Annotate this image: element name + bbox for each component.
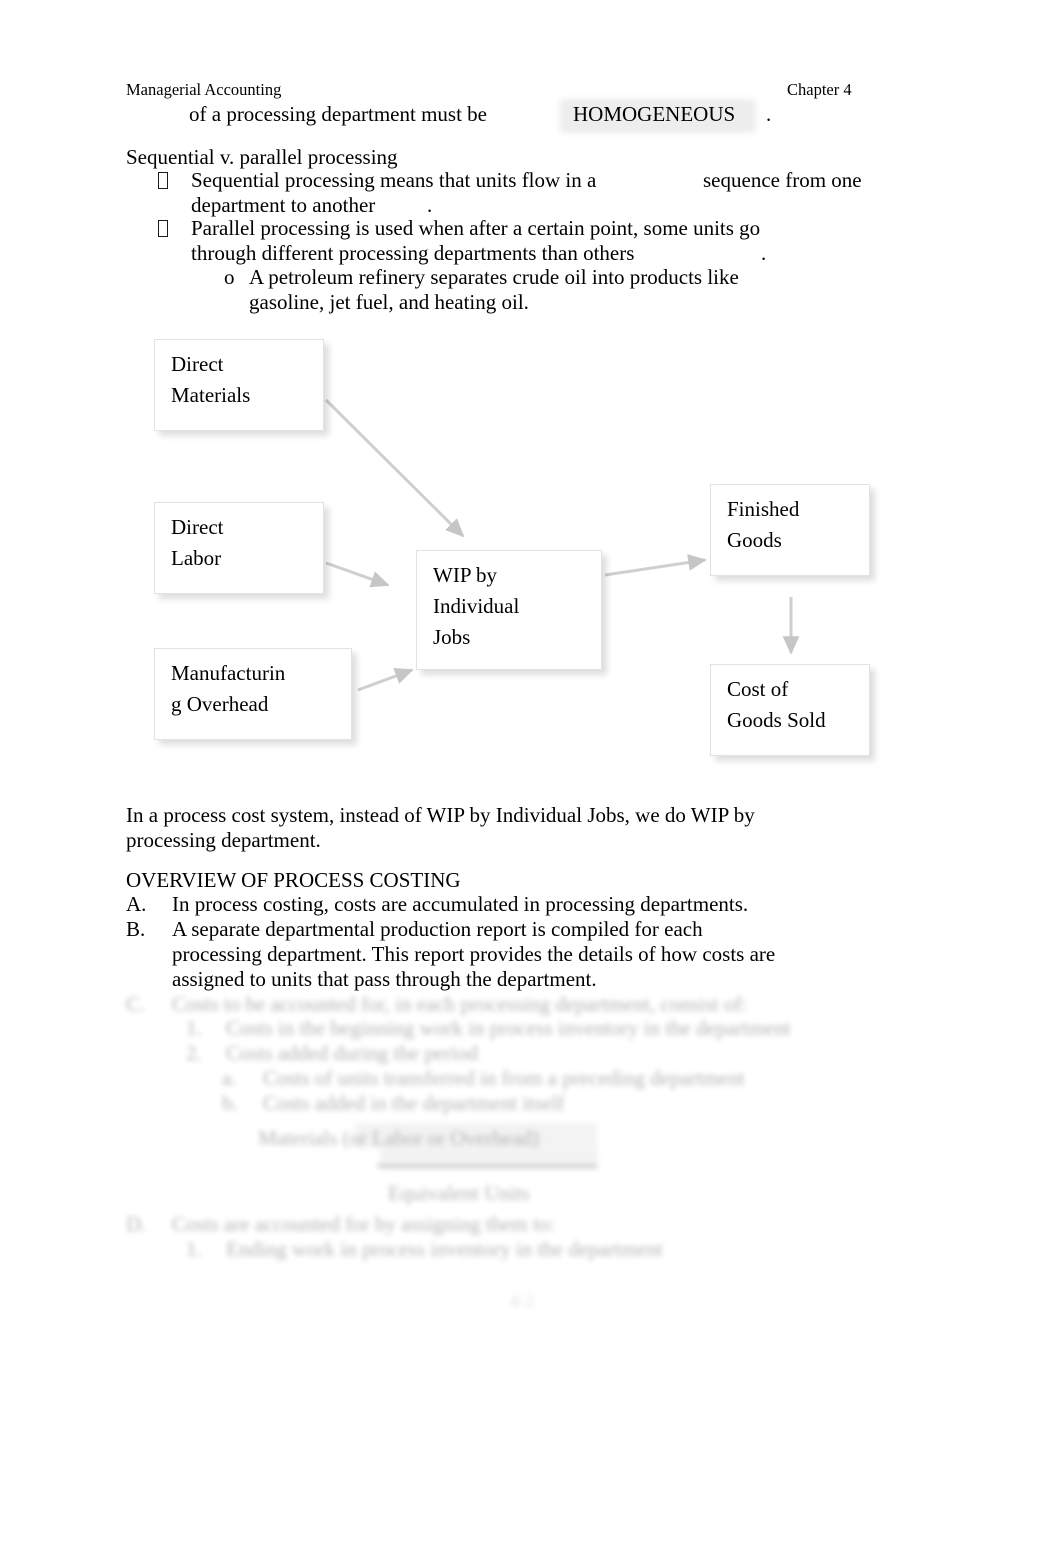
- overview-item-b-marker: B.: [126, 917, 146, 941]
- finished-goods-line1: Finished: [727, 497, 800, 521]
- edge-wip-to-finished-goods: [604, 554, 707, 577]
- diagram-node-direct-materials: Direct Materials: [154, 339, 324, 431]
- overview-item-a-line1: In process costing, costs are accumulate…: [172, 892, 749, 916]
- faded-item-c-sub2a-marker: a.: [222, 1066, 237, 1090]
- manufacturing-overhead-line2: g Overhead: [171, 692, 269, 716]
- bullet-1-line2-b: .: [427, 193, 433, 217]
- formula-numerator: Materials (or Labor or Overhead): [258, 1126, 540, 1150]
- wip-line2: Individual: [433, 594, 520, 618]
- direct-labor-line1: Direct: [171, 515, 224, 539]
- after-diagram-line2: processing department.: [126, 828, 321, 852]
- wip-line1: WIP by: [433, 563, 497, 587]
- header-right: Chapter 4: [787, 80, 852, 99]
- edge-direct-materials-to-wip: [324, 398, 465, 538]
- sub-bullet-line2: gasoline, jet fuel, and heating oil.: [249, 290, 529, 314]
- bullet-2-line2-b: .: [761, 241, 767, 265]
- faded-item-c-sub2a-text: Costs of units transferred in from a pre…: [263, 1066, 745, 1090]
- overview-item-b-line2: processing department. This report provi…: [172, 942, 776, 966]
- bullet-1-line2-a: department to another: [191, 193, 376, 217]
- diagram-node-finished-goods: Finished Goods: [710, 484, 870, 576]
- edge-overhead-to-wip: [357, 667, 414, 692]
- sub-bullet-marker-o: o: [224, 265, 235, 289]
- faded-item-d-sub1-text: Ending work in process inventory in the …: [226, 1237, 663, 1261]
- direct-materials-line2: Materials: [171, 383, 251, 407]
- bullet-tofu-icon-1: [158, 172, 168, 189]
- diagram-node-manufacturing-overhead: Manufacturin g Overhead: [154, 648, 352, 740]
- diagram-node-direct-labor: Direct Labor: [154, 502, 324, 594]
- faded-item-c-sub1-marker: 1.: [186, 1016, 202, 1040]
- faded-item-c-marker: C.: [126, 992, 146, 1016]
- bullet-tofu-icon-2: [158, 220, 168, 237]
- faded-item-d-line1: Costs are accounted for by assigning the…: [172, 1212, 556, 1236]
- faded-item-c-sub2-text: Costs added during the period: [226, 1041, 478, 1065]
- overview-item-a-marker: A.: [126, 892, 147, 916]
- bullet-2-line2-a: through different processing departments…: [191, 241, 635, 265]
- direct-materials-line1: Direct: [171, 352, 224, 376]
- bullet-2-line1: Parallel processing is used when after a…: [191, 216, 761, 240]
- cost-of-goods-sold-line1: Cost of: [727, 677, 789, 701]
- continued-sentence: of a processing department must be: [189, 102, 487, 126]
- bullet-1-line1-b: sequence from one: [703, 168, 862, 192]
- document-page: Managerial Accounting Chapter 4 of a pro…: [0, 0, 1062, 1561]
- faded-item-d-marker: D.: [126, 1212, 147, 1236]
- faded-content-region: C. Costs to be accounted for, in each pr…: [0, 985, 1062, 1315]
- overview-title: OVERVIEW OF PROCESS COSTING: [126, 868, 461, 892]
- faded-item-d-sub1-marker: 1.: [186, 1237, 202, 1261]
- direct-labor-line2: Labor: [171, 546, 222, 570]
- overview-item-b-line1: A separate departmental production repor…: [172, 917, 703, 941]
- edge-direct-labor-to-wip: [325, 561, 390, 588]
- sub-bullet-line1: A petroleum refinery separates crude oil…: [249, 265, 739, 289]
- after-diagram-line1: In a process cost system, instead of WIP…: [126, 803, 755, 827]
- header-left: Managerial Accounting: [126, 80, 282, 99]
- diagram-node-wip-by-individual-jobs: WIP by Individual Jobs: [416, 550, 602, 670]
- bullet-1-line1-a: Sequential processing means that units f…: [191, 168, 597, 192]
- section-heading-sequential-parallel: Sequential v. parallel processing: [126, 145, 398, 169]
- faded-item-c-sub2b-marker: b.: [222, 1091, 238, 1115]
- formula-fraction-bar: [377, 1165, 597, 1167]
- cost-of-goods-sold-line2: Goods Sold: [727, 708, 826, 732]
- faded-item-c-line1: Costs to be accounted for, in each proce…: [172, 992, 748, 1016]
- finished-goods-line2: Goods: [727, 528, 782, 552]
- continued-sentence-period: .: [766, 102, 772, 126]
- faded-item-c-sub2b-text: Costs added in the department itself: [263, 1091, 565, 1115]
- faded-item-c-sub1-text: Costs in the beginning work in process i…: [226, 1016, 791, 1040]
- faded-item-c-sub2-marker: 2.: [186, 1041, 202, 1065]
- formula-denominator: Equivalent Units: [388, 1181, 530, 1205]
- blank-answer-homogeneous: HOMOGENEOUS: [573, 102, 736, 126]
- manufacturing-overhead-line1: Manufacturin: [171, 661, 286, 685]
- diagram-node-cost-of-goods-sold: Cost of Goods Sold: [710, 664, 870, 756]
- wip-line3: Jobs: [433, 625, 471, 649]
